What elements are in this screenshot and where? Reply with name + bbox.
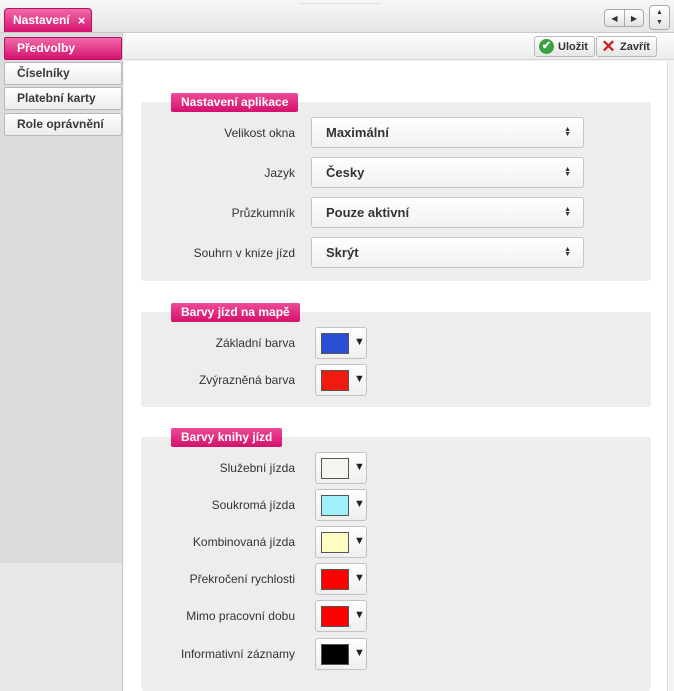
sidebar: Předvolby Číselníky Platební karty Role …: [0, 33, 123, 691]
scroll-buttons: ▲ ▼: [649, 5, 670, 30]
tab-navigation: ◀ ▶: [604, 9, 644, 27]
select-arrows-icon: ▲ ▼: [564, 206, 571, 218]
close-x-icon: ✕: [601, 37, 616, 56]
dropdown-arrow-icon: ▼: [354, 461, 365, 473]
field-label-base-color: Základní barva: [215, 336, 295, 350]
field-label-private-trip: Soukromá jízda: [211, 498, 295, 512]
section-title: Nastavení aplikace: [171, 93, 299, 112]
base-color-picker[interactable]: ▼: [315, 327, 367, 359]
color-swatch: [321, 333, 349, 354]
select-arrows-icon: ▲ ▼: [564, 126, 571, 138]
chevron-left-icon: ◀: [611, 13, 618, 23]
dropdown-arrow-icon: ▼: [354, 572, 365, 584]
field-label-business-trip: Služební jízda: [219, 461, 295, 475]
sidebar-item-role-opravneni[interactable]: Role oprávnění: [4, 113, 122, 136]
select-value: Maximální: [326, 125, 389, 140]
color-swatch: [321, 495, 349, 516]
language-select[interactable]: Česky ▲ ▼: [311, 157, 584, 188]
chevron-up-icon[interactable]: ▲: [656, 8, 663, 18]
settings-content: Nastavení aplikace Velikost okna Maximál…: [124, 61, 667, 691]
dropdown-arrow-icon: ▼: [354, 647, 365, 659]
dropdown-arrow-icon: ▼: [354, 609, 365, 621]
section-map-colors: Barvy jízd na mapě Základní barva ▼ Zvýr…: [141, 303, 651, 407]
vertical-scrollbar[interactable]: [667, 61, 674, 691]
private-trip-color-picker[interactable]: ▼: [315, 489, 367, 521]
dropdown-arrow-icon: ▼: [354, 535, 365, 547]
color-swatch: [321, 644, 349, 665]
sidebar-item-predvolby[interactable]: Předvolby: [4, 37, 122, 60]
explorer-select[interactable]: Pouze aktivní ▲ ▼: [311, 197, 584, 228]
speeding-color-picker[interactable]: ▼: [315, 563, 367, 595]
field-label-off-hours: Mimo pracovní dobu: [186, 609, 295, 623]
close-icon[interactable]: ×: [78, 14, 86, 27]
top-divider: [300, 0, 380, 4]
field-label-highlight-color: Zvýrazněná barva: [198, 373, 295, 387]
color-swatch: [321, 532, 349, 553]
select-value: Česky: [326, 165, 365, 180]
select-arrows-icon: ▲ ▼: [564, 166, 571, 178]
select-value: Pouze aktivní: [326, 205, 410, 220]
sidebar-item-ciselniky[interactable]: Číselníky: [4, 62, 122, 85]
field-label-window-size: Velikost okna: [224, 126, 295, 140]
dropdown-arrow-icon: ▼: [354, 498, 365, 510]
prev-tab-button[interactable]: ◀: [605, 10, 624, 26]
combined-trip-color-picker[interactable]: ▼: [315, 526, 367, 558]
color-swatch: [321, 458, 349, 479]
field-label-language: Jazyk: [264, 166, 295, 180]
sidebar-item-platebni-karty[interactable]: Platební karty: [4, 87, 122, 110]
summary-select[interactable]: Skrýt ▲ ▼: [311, 237, 584, 268]
field-label-informative: Informativní záznamy: [180, 647, 295, 661]
dropdown-arrow-icon: ▼: [354, 373, 365, 385]
tab-nastaveni[interactable]: Nastavení ×: [4, 8, 93, 32]
close-button[interactable]: ✕ Zavřít: [596, 36, 657, 57]
save-label: Uložit: [558, 40, 588, 53]
informative-color-picker[interactable]: ▼: [315, 638, 367, 670]
select-value: Skrýt: [326, 245, 359, 260]
color-swatch: [321, 606, 349, 627]
section-book-colors: Barvy knihy jízd Služební jízda ▼ Soukro…: [141, 428, 651, 691]
field-label-summary: Souhrn v knize jízd: [193, 246, 295, 260]
field-label-explorer: Průzkumník: [231, 206, 295, 220]
checkmark-icon: ✔: [539, 39, 554, 54]
tab-bar: Nastavení × ◀ ▶ ▲ ▼: [0, 0, 674, 33]
section-title: Barvy jízd na mapě: [171, 303, 300, 322]
toolbar: ✔ Uložit ✕ Zavřít: [124, 33, 674, 60]
field-label-combined-trip: Kombinovaná jízda: [192, 535, 295, 549]
business-trip-color-picker[interactable]: ▼: [315, 452, 367, 484]
chevron-down-icon[interactable]: ▼: [656, 18, 663, 28]
close-label: Zavřít: [620, 40, 650, 53]
color-swatch: [321, 370, 349, 391]
select-arrows-icon: ▲ ▼: [564, 246, 571, 258]
off-hours-color-picker[interactable]: ▼: [315, 600, 367, 632]
field-label-speeding: Překročení rychlosti: [189, 572, 295, 586]
section-title: Barvy knihy jízd: [171, 428, 283, 447]
next-tab-button[interactable]: ▶: [624, 10, 643, 26]
save-button[interactable]: ✔ Uložit: [534, 36, 595, 57]
chevron-right-icon: ▶: [630, 13, 638, 23]
window-size-select[interactable]: Maximální ▲ ▼: [311, 117, 584, 148]
highlight-color-picker[interactable]: ▼: [315, 364, 367, 396]
dropdown-arrow-icon: ▼: [354, 336, 365, 348]
section-app-settings: Nastavení aplikace Velikost okna Maximál…: [141, 93, 651, 281]
tab-label: Nastavení: [13, 13, 70, 27]
color-swatch: [321, 569, 349, 590]
